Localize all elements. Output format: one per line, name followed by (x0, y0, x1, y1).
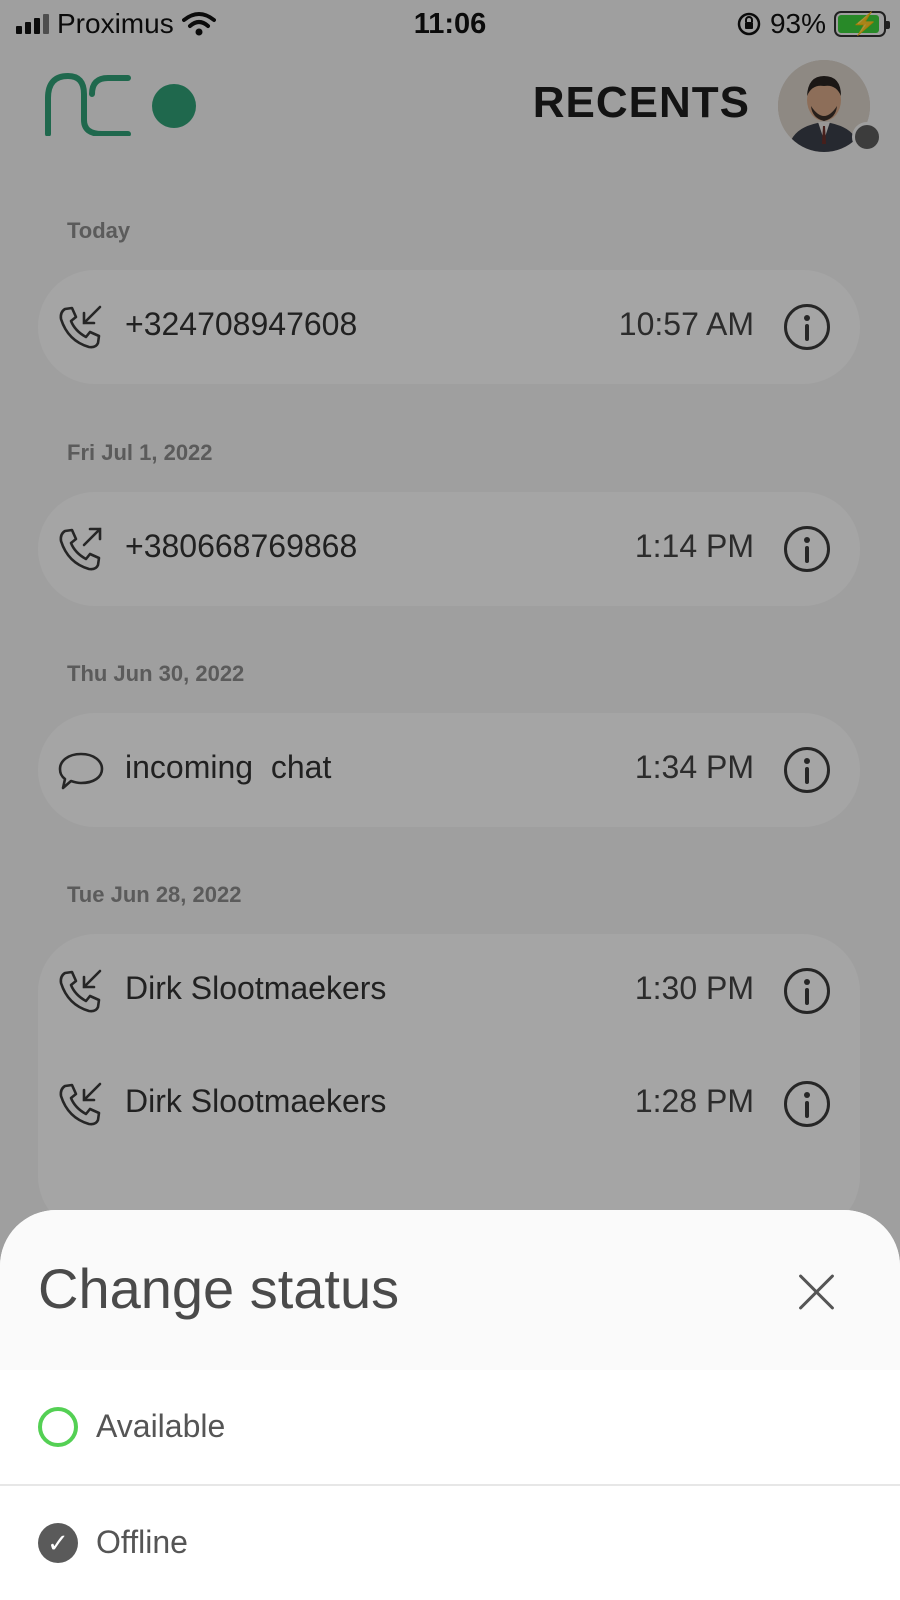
change-status-sheet: Change status Available ✓ Offline (0, 1210, 900, 1600)
radio-unselected-icon (38, 1407, 78, 1447)
status-option-available[interactable]: Available (0, 1370, 900, 1484)
sheet-header: Change status (0, 1210, 900, 1370)
checkmark-icon: ✓ (38, 1523, 78, 1563)
sheet-title: Change status (38, 1257, 400, 1320)
close-icon[interactable] (796, 1272, 836, 1312)
status-option-label: Available (96, 1408, 226, 1444)
status-option-label: Offline (96, 1524, 188, 1560)
status-option-offline[interactable]: ✓ Offline (0, 1486, 900, 1600)
